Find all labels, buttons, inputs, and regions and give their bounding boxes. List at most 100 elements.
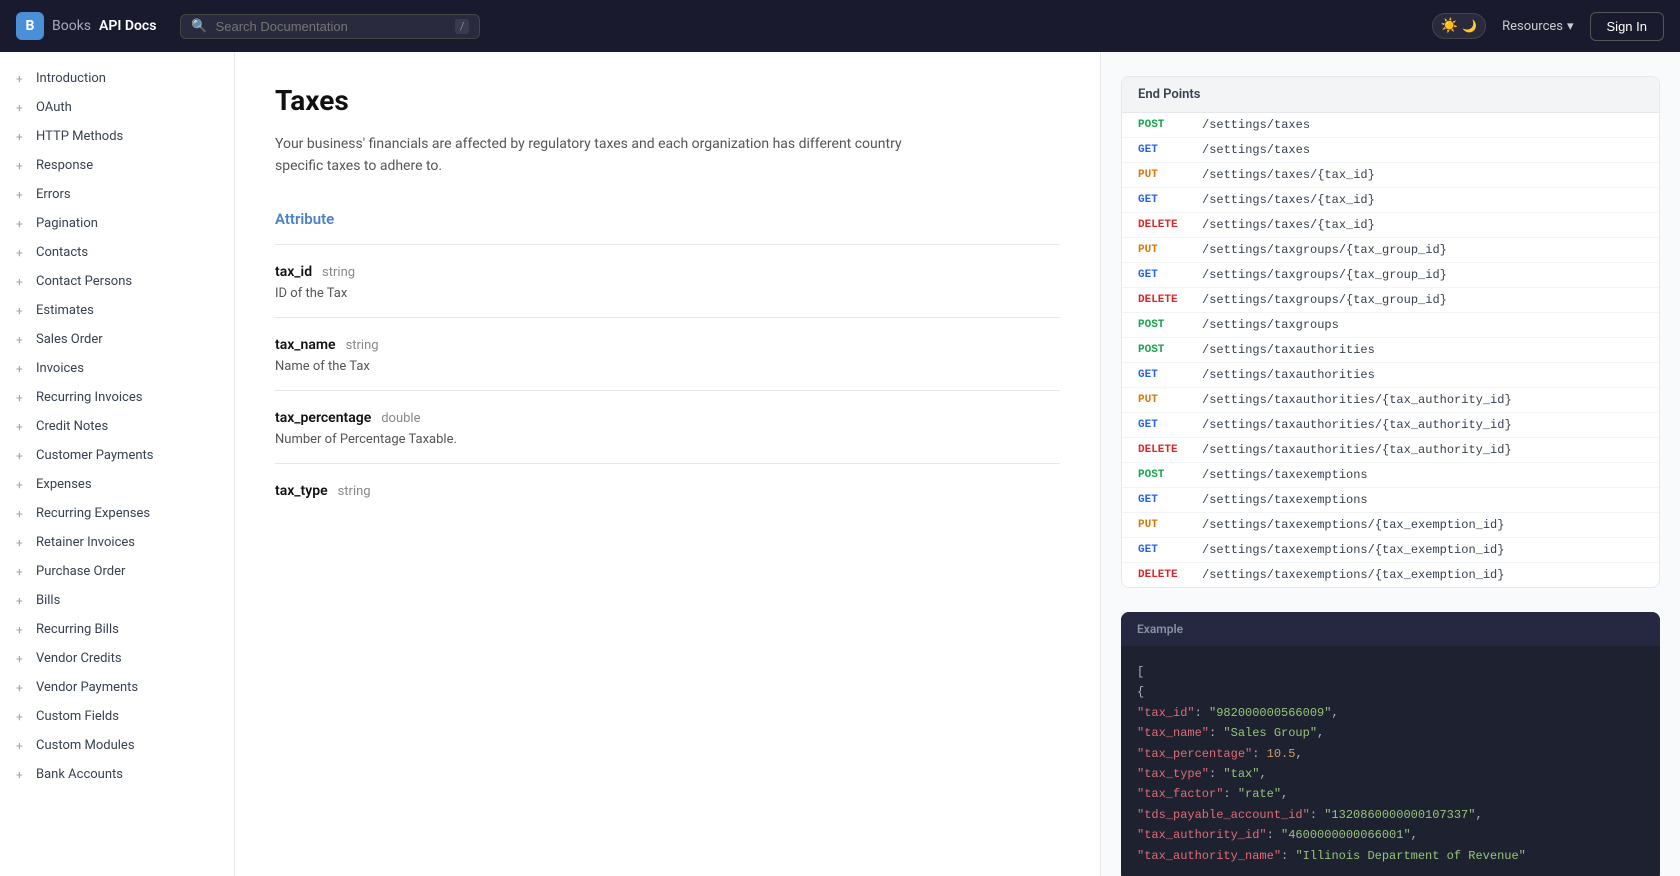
endpoint-path: /settings/taxauthorities/{tax_authority_… [1202, 393, 1512, 407]
attribute-name: tax_id [275, 264, 312, 280]
sidebar-item-invoices[interactable]: +Invoices [0, 354, 234, 383]
content-area: Taxes Your business' financials are affe… [235, 52, 1100, 876]
sidebar-item-sales-order[interactable]: +Sales Order [0, 325, 234, 354]
sidebar-item-label: Custom Fields [36, 709, 119, 724]
plus-icon: + [16, 72, 28, 86]
sidebar-item-contact-persons[interactable]: +Contact Persons [0, 267, 234, 296]
plus-icon: + [16, 159, 28, 173]
endpoint-path: /settings/taxexemptions/{tax_exemption_i… [1202, 568, 1504, 582]
sidebar-item-credit-notes[interactable]: + Credit Notes [0, 412, 234, 441]
plus-icon: + [16, 768, 28, 782]
plus-icon: + [16, 652, 28, 666]
sidebar-item-label: Response [36, 158, 93, 173]
endpoint-path: /settings/taxauthorities/{tax_authority_… [1202, 443, 1512, 457]
search-box[interactable]: 🔍 / [180, 14, 480, 39]
sidebar-item-label: Credit Notes [36, 419, 108, 434]
endpoint-method: GET [1138, 544, 1190, 556]
endpoint-path: /settings/taxes [1202, 118, 1310, 132]
endpoint-row: GET /settings/taxexemptions [1122, 488, 1659, 513]
endpoint-path: /settings/taxgroups/{tax_group_id} [1202, 243, 1447, 257]
endpoint-path: /settings/taxauthorities [1202, 343, 1375, 357]
sidebar-item-label: Contacts [36, 245, 88, 260]
endpoint-row: POST /settings/taxauthorities [1122, 338, 1659, 363]
endpoint-row: PUT /settings/taxes/{tax_id} [1122, 163, 1659, 188]
sidebar-item-expenses[interactable]: +Expenses [0, 470, 234, 499]
sidebar-item-label: Introduction [36, 71, 106, 86]
sidebar-item-label: Recurring Expenses [36, 506, 150, 521]
sidebar-item-vendor-payments[interactable]: +Vendor Payments [0, 673, 234, 702]
endpoint-row: POST /settings/taxgroups [1122, 313, 1659, 338]
sidebar-item-label: Errors [36, 187, 71, 202]
endpoint-row: DELETE /settings/taxauthorities/{tax_aut… [1122, 438, 1659, 463]
sidebar-item-estimates[interactable]: + Estimates [0, 296, 234, 325]
plus-icon: + [16, 507, 28, 521]
plus-icon: + [16, 217, 28, 231]
sidebar-item-custom-fields[interactable]: + Custom Fields [0, 702, 234, 731]
signin-button[interactable]: Sign In [1590, 12, 1664, 41]
resources-menu[interactable]: Resources ▾ [1502, 19, 1573, 34]
sidebar-item-customer-payments[interactable]: +Customer Payments [0, 441, 234, 470]
plus-icon: + [16, 362, 28, 376]
endpoint-path: /settings/taxauthorities [1202, 368, 1375, 382]
sidebar-item-vendor-credits[interactable]: + Vendor Credits [0, 644, 234, 673]
sidebar-item-recurring-bills[interactable]: +Recurring Bills [0, 615, 234, 644]
endpoint-row: GET /settings/taxauthorities [1122, 363, 1659, 388]
endpoint-method: GET [1138, 194, 1190, 206]
sidebar-item-label: Retainer Invoices [36, 535, 135, 550]
sidebar-item-bank-accounts[interactable]: +Bank Accounts [0, 760, 234, 789]
sidebar-item-label: Recurring Bills [36, 622, 119, 637]
endpoint-path: /settings/taxes/{tax_id} [1202, 218, 1375, 232]
sidebar: + Introduction +OAuth+HTTP Methods + Respons… [0, 52, 235, 876]
endpoint-method: GET [1138, 494, 1190, 506]
right-panel: End Points POST /settings/taxes GET /set… [1100, 52, 1680, 876]
plus-icon: + [16, 101, 28, 115]
main-layout: + Introduction +OAuth+HTTP Methods + Respons… [0, 52, 1680, 876]
sidebar-item-label: Estimates [36, 303, 94, 318]
endpoints-header: End Points [1122, 77, 1659, 113]
theme-toggle[interactable]: ☀️ 🌙 [1432, 13, 1486, 39]
attribute-description: ID of the Tax [275, 286, 1060, 301]
endpoint-path: /settings/taxexemptions/{tax_exemption_i… [1202, 518, 1504, 532]
plus-icon: + [16, 246, 28, 260]
endpoint-method: DELETE [1138, 444, 1190, 456]
search-input[interactable] [216, 19, 447, 34]
plus-icon: + [16, 710, 28, 724]
sidebar-item-response[interactable]: + Response [0, 151, 234, 180]
plus-icon: + [16, 304, 28, 318]
sidebar-item-oauth[interactable]: +OAuth [0, 93, 234, 122]
sidebar-item-purchase-order[interactable]: +Purchase Order [0, 557, 234, 586]
app-title: API Docs [99, 18, 156, 34]
attribute-description: Name of the Tax [275, 359, 1060, 374]
endpoint-path: /settings/taxgroups/{tax_group_id} [1202, 268, 1447, 282]
endpoint-row: GET /settings/taxes/{tax_id} [1122, 188, 1659, 213]
example-header: Example [1121, 612, 1660, 646]
endpoint-path: /settings/taxexemptions [1202, 493, 1368, 507]
endpoint-path: /settings/taxauthorities/{tax_authority_… [1202, 418, 1512, 432]
attribute-tax_percentage: tax_percentage double Number of Percenta… [275, 390, 1060, 463]
sidebar-item-recurring-invoices[interactable]: +Recurring Invoices [0, 383, 234, 412]
plus-icon: + [16, 188, 28, 202]
sidebar-item-label: Vendor Credits [36, 651, 122, 666]
endpoint-method: POST [1138, 469, 1190, 481]
plus-icon: + [16, 275, 28, 289]
sidebar-item-label: Sales Order [36, 332, 103, 347]
endpoint-row: GET /settings/taxexemptions/{tax_exempti… [1122, 538, 1659, 563]
plus-icon: + [16, 594, 28, 608]
endpoint-method: POST [1138, 119, 1190, 131]
endpoint-row: PUT /settings/taxauthorities/{tax_author… [1122, 388, 1659, 413]
sidebar-item-retainer-invoices[interactable]: +Retainer Invoices [0, 528, 234, 557]
attributes-list: tax_id string ID of the Tax tax_name str… [275, 244, 1060, 515]
sidebar-item-introduction[interactable]: + Introduction [0, 64, 234, 93]
page-description: Your business' financials are affected b… [275, 133, 915, 178]
sidebar-item-contacts[interactable]: + Contacts [0, 238, 234, 267]
sidebar-item-http-methods[interactable]: +HTTP Methods [0, 122, 234, 151]
sidebar-item-recurring-expenses[interactable]: + Recurring Expenses [0, 499, 234, 528]
sidebar-item-errors[interactable]: + Errors [0, 180, 234, 209]
sidebar-item-custom-modules[interactable]: +Custom Modules [0, 731, 234, 760]
plus-icon: + [16, 420, 28, 434]
endpoint-method: PUT [1138, 519, 1190, 531]
endpoint-method: GET [1138, 419, 1190, 431]
sidebar-item-pagination[interactable]: +Pagination [0, 209, 234, 238]
endpoint-path: /settings/taxes [1202, 143, 1310, 157]
sidebar-item-bills[interactable]: +Bills [0, 586, 234, 615]
